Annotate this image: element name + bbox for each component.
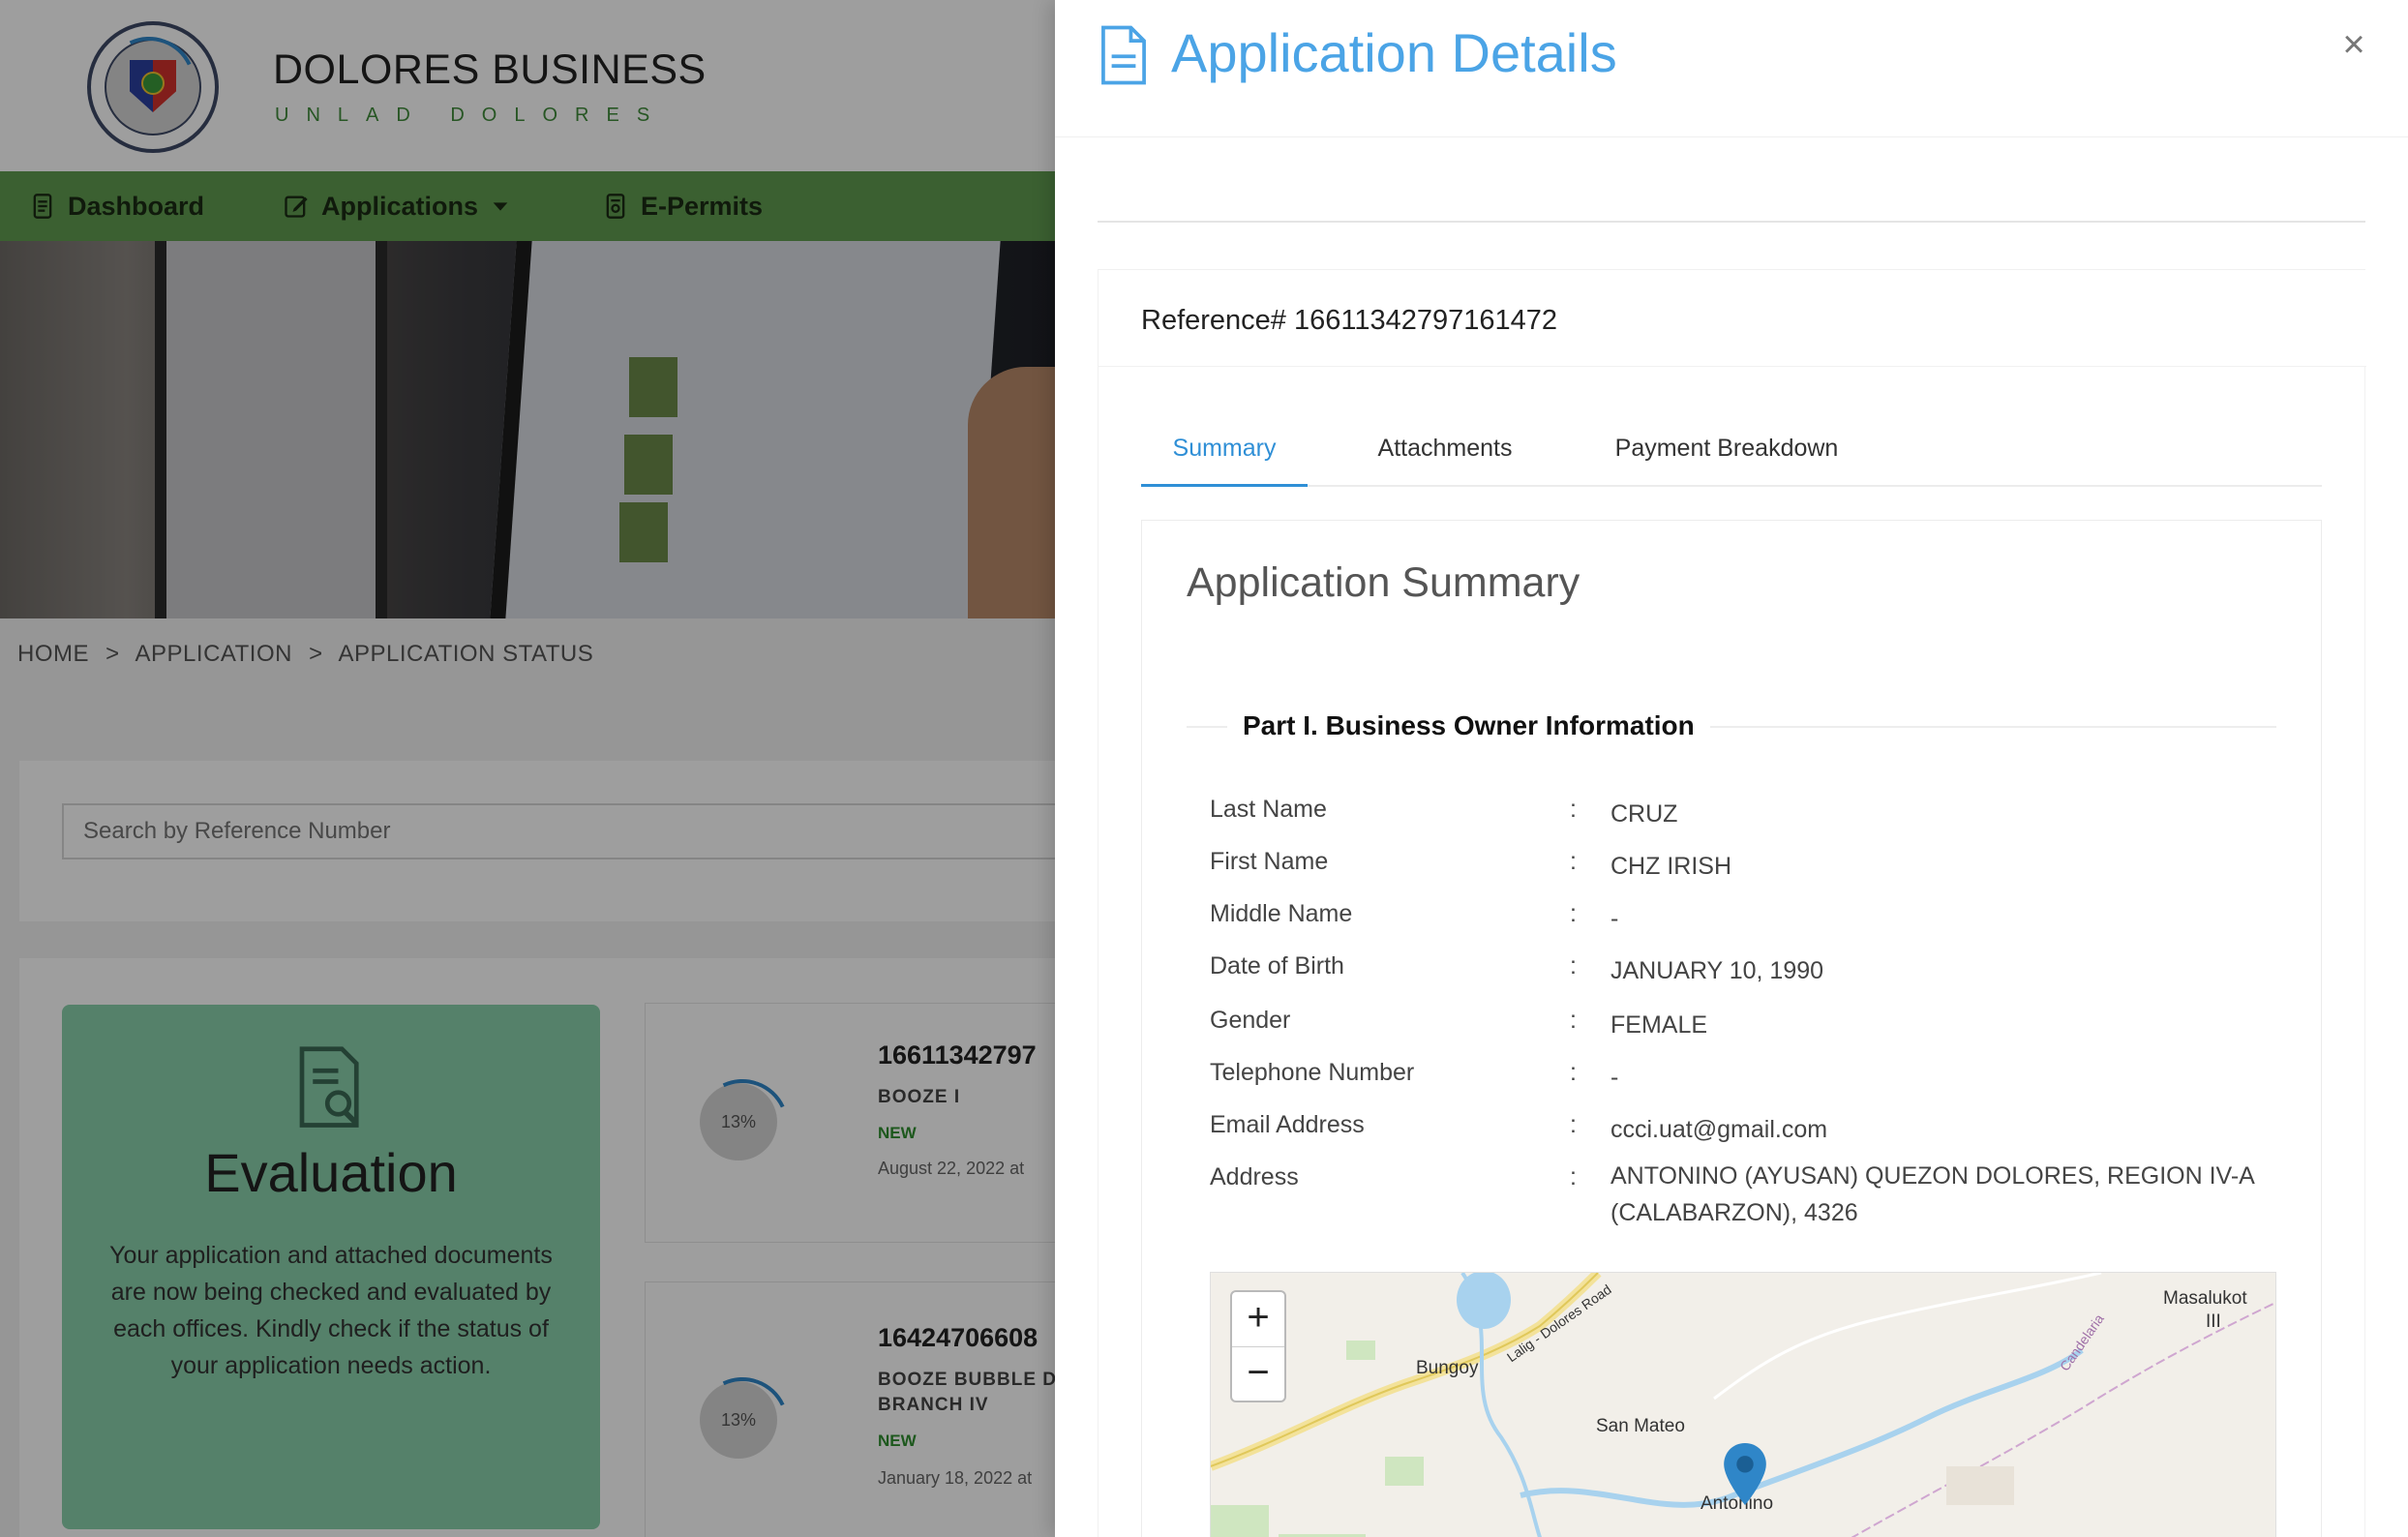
- map-zoom-control: + −: [1230, 1290, 1286, 1402]
- field-value: JANUARY 10, 1990: [1610, 957, 1824, 984]
- field-value: -: [1610, 1064, 1619, 1091]
- field-value: -: [1610, 905, 1619, 932]
- field-colon: :: [1570, 1111, 1577, 1138]
- drawer-title: Application Details: [1171, 22, 1617, 83]
- field-colon: :: [1570, 952, 1577, 979]
- field-label: First Name: [1210, 848, 1329, 875]
- field-label: Gender: [1210, 1007, 1291, 1034]
- field-colon: :: [1570, 796, 1577, 823]
- map-marker-icon[interactable]: [1724, 1443, 1766, 1505]
- field-value: CHZ IRISH: [1610, 853, 1731, 880]
- field-label: Middle Name: [1210, 900, 1353, 927]
- map-label-san-mateo: San Mateo: [1596, 1416, 1685, 1436]
- field-value: ANTONINO (AYUSAN) QUEZON DOLORES, REGION…: [1610, 1162, 2254, 1226]
- zoom-out-button[interactable]: −: [1232, 1346, 1284, 1401]
- tab-summary[interactable]: Summary: [1141, 433, 1308, 487]
- field-value: CRUZ: [1610, 800, 1678, 828]
- details-tabs: Summary Attachments Payment Breakdown: [1141, 433, 2322, 487]
- map-label-bungoy: Bungoy: [1416, 1358, 1479, 1378]
- field-colon: :: [1570, 1059, 1577, 1086]
- field-label: Email Address: [1210, 1111, 1365, 1138]
- document-icon: [1101, 25, 1146, 85]
- field-label: Date of Birth: [1210, 952, 1344, 979]
- field-label: Last Name: [1210, 796, 1327, 823]
- summary-title: Application Summary: [1187, 559, 1580, 606]
- modal-backdrop[interactable]: [0, 0, 1055, 1537]
- application-summary-panel: Application Summary Part I. Business Own…: [1141, 520, 2322, 1537]
- section-title: Part I. Business Owner Information: [1227, 710, 1710, 741]
- field-colon: :: [1570, 900, 1577, 927]
- field-value: ccci.uat@gmail.com: [1610, 1116, 1828, 1143]
- field-colon: :: [1570, 1007, 1577, 1034]
- map-label-masalukot: Masalukot: [2163, 1288, 2247, 1309]
- field-value: FEMALE: [1610, 1011, 1708, 1039]
- tab-attachments[interactable]: Attachments: [1368, 433, 1522, 487]
- tab-payment-breakdown[interactable]: Payment Breakdown: [1596, 433, 1857, 487]
- reference-number: Reference# 16611342797161472: [1141, 305, 1558, 336]
- field-label: Address: [1210, 1163, 1299, 1190]
- location-map[interactable]: + − Bungoy San Mateo Antonino Masalukot …: [1210, 1272, 2276, 1537]
- reference-row: Reference# 16611342797161472: [1099, 270, 2366, 367]
- close-icon[interactable]: ×: [2334, 25, 2373, 64]
- field-colon: :: [1570, 1163, 1577, 1190]
- field-label: Telephone Number: [1210, 1059, 1415, 1086]
- field-colon: :: [1570, 848, 1577, 875]
- zoom-in-button[interactable]: +: [1232, 1292, 1284, 1346]
- application-details-card: Reference# 16611342797161472 Summary Att…: [1098, 269, 2366, 1537]
- divider: [1098, 221, 2365, 223]
- application-details-drawer: Application Details × Reference# 1661134…: [1055, 0, 2408, 1537]
- drawer-header: Application Details ×: [1055, 0, 2408, 137]
- map-label-masalukot-iii: III: [2206, 1311, 2221, 1332]
